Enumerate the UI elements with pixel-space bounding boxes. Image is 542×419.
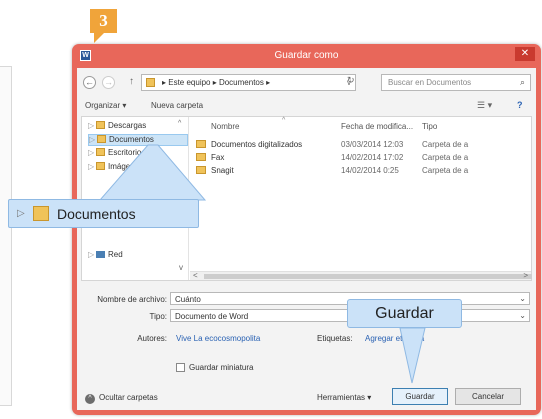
folder-icon	[33, 206, 49, 221]
documents-callout: ▷ Documentos	[8, 199, 199, 228]
documents-callout-label: Documentos	[57, 206, 136, 222]
expand-icon: ▷	[17, 208, 25, 219]
callout-arrow-shape	[98, 144, 207, 201]
callout-arrow-shape	[399, 327, 426, 384]
save-callout: Guardar	[347, 299, 462, 328]
